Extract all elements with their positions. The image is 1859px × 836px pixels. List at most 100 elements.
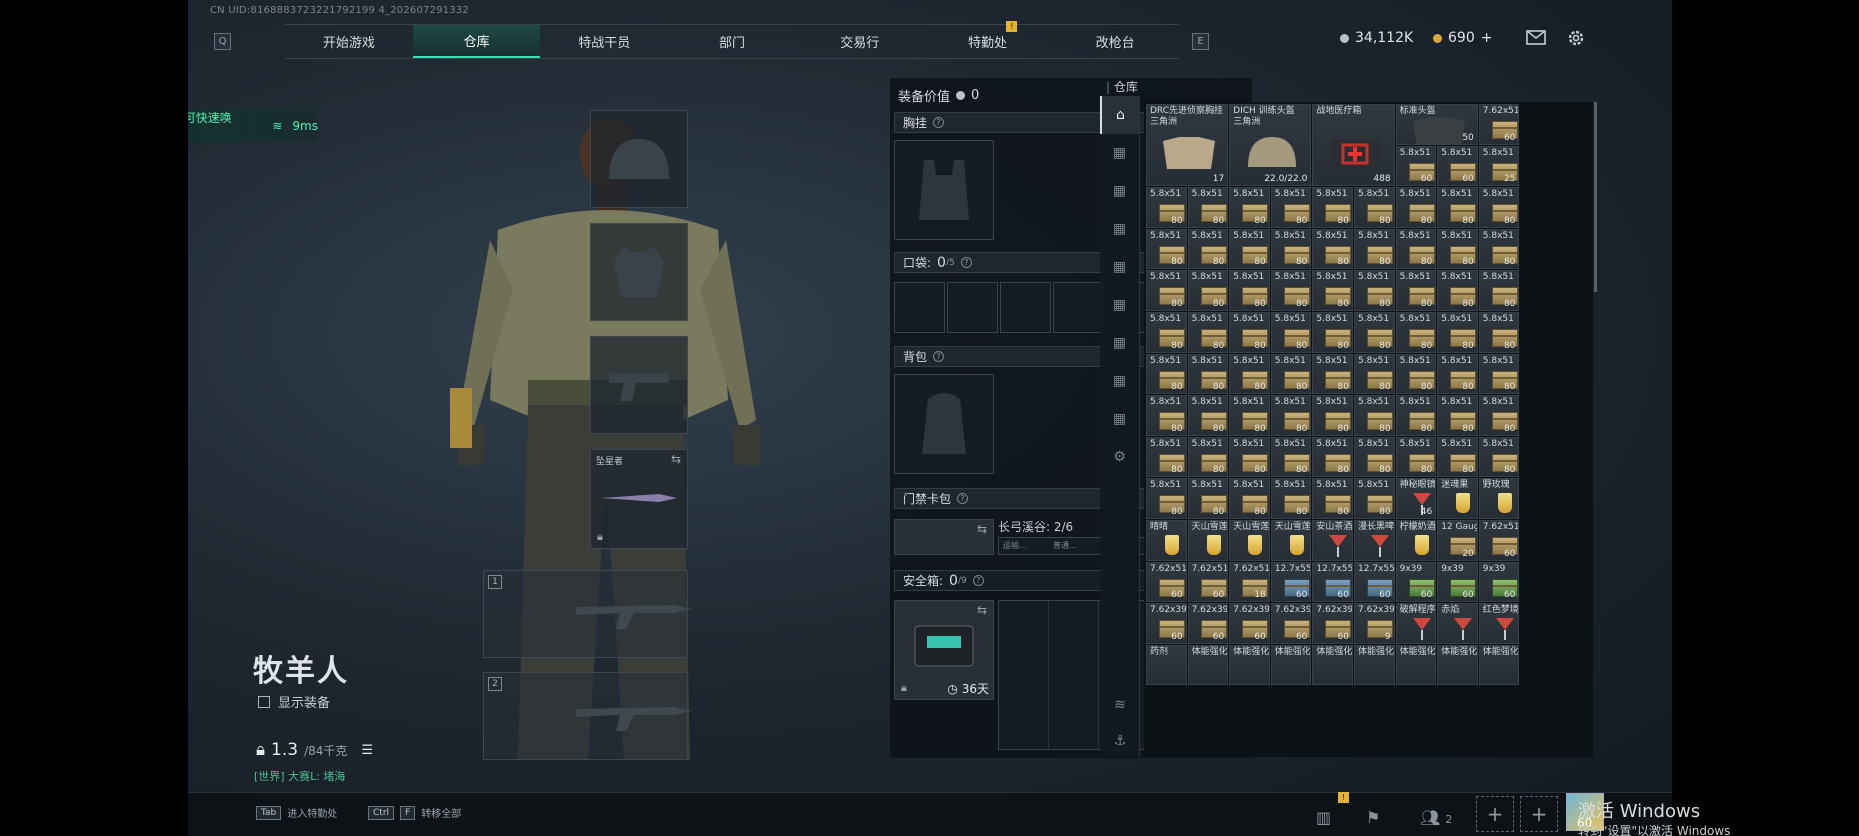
swap-icon[interactable]: ⇆ [671,452,681,466]
stats-icon[interactable]: ▥ [1316,808,1331,827]
inventory-item[interactable]: 5.8x51 80 [1187,187,1229,228]
swap-icon[interactable]: ⇆ [977,522,987,536]
inventory-item[interactable]: 5.8x51 80 [1478,395,1520,436]
inventory-item[interactable]: 战地医疗箱 488 [1312,104,1395,187]
inventory-item[interactable]: 体能强化剂 [1187,644,1229,686]
inventory-item[interactable]: 5.8x51 80 [1312,436,1353,478]
helmet-slot[interactable] [590,110,688,208]
inventory-item[interactable]: 5.8x51 80 [1270,228,1312,270]
keycard-slot[interactable]: ⇆ [894,519,994,555]
inventory-item[interactable]: 5.8x51 80 [1146,436,1187,478]
inventory-item[interactable]: 赤焰 [1437,603,1478,644]
inventory-item[interactable]: 5.8x51 80 [1354,187,1395,228]
inventory-item[interactable]: 5.8x51 80 [1229,436,1270,478]
nav-left-key[interactable]: Q [214,33,231,50]
inventory-item[interactable]: 野玫瑰 [1478,478,1520,519]
inventory-item[interactable]: 5.8x51 80 [1146,312,1187,353]
flag-icon[interactable]: ⚑ [1366,808,1380,827]
squad-icon[interactable]: 👥︎ 2 [1420,808,1452,827]
add-teammate-button[interactable]: + [1476,796,1514,832]
inventory-item[interactable]: 5.8x51 80 [1270,270,1312,311]
hint-transfer-all[interactable]: Ctrl F 转移全部 [368,805,461,820]
inventory-item[interactable]: DICH 训练头盔 三角洲 22.0/22.0 [1229,104,1312,187]
inventory-item[interactable]: 5.8x51 80 [1354,395,1395,436]
help-icon[interactable]: ? [957,493,969,504]
inventory-item[interactable]: 体能强化剂 [1395,644,1437,686]
inventory-item[interactable]: 体能强化剂 [1229,644,1270,686]
inventory-item[interactable]: 7.62x51 60 [1187,561,1229,603]
warehouse-tab-settings[interactable]: ⚙ [1100,438,1139,476]
inventory-item[interactable]: 晴晴 [1146,520,1187,561]
inventory-item[interactable]: 5.8x51 80 [1312,312,1353,353]
warehouse-scrollbar[interactable] [1594,102,1597,292]
inventory-item[interactable]: 5.8x51 80 [1187,436,1229,478]
inventory-item[interactable]: 5.8x51 80 [1312,270,1353,311]
inventory-item[interactable]: 5.8x51 80 [1270,187,1312,228]
inventory-item[interactable]: 9x39 60 [1478,561,1520,603]
nav-tab[interactable]: 部门 [668,25,796,58]
warehouse-tab[interactable]: ▦ [1100,248,1139,286]
primary-weapon-slot-2[interactable]: 2 [483,672,692,760]
inventory-item[interactable]: 5.8x51 80 [1146,187,1187,228]
show-equipment-toggle[interactable]: 显示装备 [258,692,330,711]
inventory-item[interactable]: 5.8x51 80 [1478,436,1520,478]
inventory-item[interactable]: 7.62x51 60 [1478,104,1520,145]
warehouse-tab[interactable]: ▦ [1100,210,1139,248]
hint-enter-service[interactable]: Tab 进入特勤处 [256,805,337,820]
inventory-item[interactable]: 5.8x51 80 [1229,187,1270,228]
pistol-slot[interactable] [590,336,688,434]
inventory-item[interactable]: 5.8x51 80 [1146,353,1187,395]
inventory-item[interactable]: 5.8x51 80 [1395,312,1437,353]
nav-tab[interactable]: 仓库 [412,25,541,58]
add-gold-button[interactable]: + [1481,30,1493,46]
inventory-item[interactable]: 5.8x51 80 [1354,353,1395,395]
inventory-item[interactable]: 柠檬奶酒 [1395,520,1437,561]
inventory-item[interactable]: 5.8x51 80 [1270,312,1312,353]
inventory-item[interactable]: 12.7x55 60 [1354,561,1395,603]
inventory-item[interactable]: 5.8x51 80 [1146,228,1187,270]
inventory-item[interactable]: 天山雪莲 [1229,520,1270,561]
warehouse-tab[interactable]: ▦ [1100,134,1139,172]
inventory-item[interactable]: 7.62x51 60 [1146,561,1187,603]
inventory-item[interactable]: 5.8x51 80 [1187,395,1229,436]
backpack-slot[interactable] [894,374,994,474]
inventory-item[interactable]: 5.8x51 25 [1478,145,1520,187]
help-icon[interactable]: ? [933,117,945,128]
inventory-item[interactable]: 5.8x51 80 [1229,478,1270,519]
inventory-item[interactable]: 5.8x51 80 [1229,353,1270,395]
inventory-item[interactable]: 5.8x51 60 [1395,145,1437,187]
inventory-item[interactable]: 5.8x51 80 [1478,312,1520,353]
inventory-item[interactable]: 红色梦境 [1478,603,1520,644]
inventory-item[interactable]: 5.8x51 80 [1146,395,1187,436]
inventory-item[interactable]: 体能强化剂 [1478,644,1520,686]
inventory-item[interactable]: 5.8x51 80 [1437,228,1478,270]
pocket-slot[interactable] [1000,282,1051,333]
nav-tab[interactable]: 开始游戏 [285,25,413,58]
inventory-item[interactable]: 安山茶酒 [1312,520,1353,561]
inventory-item[interactable]: 5.8x51 80 [1270,478,1312,519]
inventory-item[interactable]: 5.8x51 80 [1437,270,1478,311]
inventory-item[interactable]: 体能强化剂 [1312,644,1353,686]
inventory-item[interactable]: 5.8x51 80 [1478,270,1520,311]
inventory-item[interactable]: 5.8x51 80 [1187,478,1229,519]
inventory-item[interactable]: 7.62x39 60 [1187,603,1229,644]
warehouse-tab-all[interactable]: ⌂ [1100,96,1139,134]
inventory-item[interactable]: 5.8x51 80 [1395,436,1437,478]
inventory-item[interactable]: 5.8x51 80 [1437,436,1478,478]
settings-gear-icon[interactable] [1566,28,1586,53]
inventory-item[interactable]: 神秘眼镜 46 [1395,478,1437,519]
inventory-item[interactable]: 5.8x51 80 [1395,353,1437,395]
nav-tab[interactable]: 特勤处! [924,21,1052,58]
inventory-item[interactable]: 12 Gauge 20 [1437,520,1478,561]
warehouse-tab[interactable]: ▦ [1100,362,1139,400]
warehouse-tab[interactable]: ▦ [1100,172,1139,210]
inventory-item[interactable]: 5.8x51 80 [1270,436,1312,478]
inventory-item[interactable]: 5.8x51 80 [1478,187,1520,228]
inventory-item[interactable]: 9x39 60 [1395,561,1437,603]
inventory-item[interactable]: 9x39 60 [1437,561,1478,603]
show-equipment-checkbox[interactable] [258,695,270,708]
inventory-item[interactable]: 5.8x51 80 [1395,187,1437,228]
inventory-item[interactable]: 天山雪莲 [1270,520,1312,561]
inventory-item[interactable]: 5.8x51 80 [1312,228,1353,270]
inventory-item[interactable]: 5.8x51 80 [1395,270,1437,311]
